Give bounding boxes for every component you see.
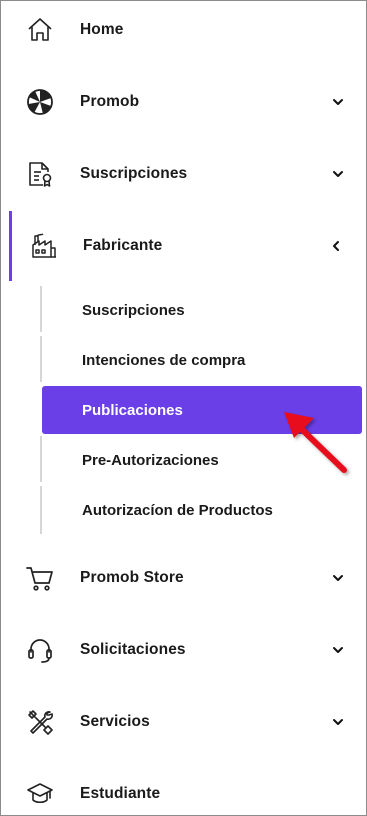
nav-item-label: Home — [80, 21, 124, 38]
chevron-down-icon[interactable] — [331, 715, 345, 729]
promob-logo-icon — [26, 88, 54, 116]
nav-item-fabricante[interactable]: Fabricante — [1, 210, 365, 282]
submenu-item-label: Suscripciones — [82, 301, 185, 319]
certificate-icon — [26, 160, 54, 188]
chevron-down-icon[interactable] — [331, 571, 345, 585]
chevron-left-icon[interactable] — [329, 239, 343, 253]
nav-item-label: Suscripciones — [80, 165, 188, 182]
nav-item-servicios[interactable]: Servicios — [1, 686, 365, 758]
nav-item-label: Promob Store — [80, 569, 184, 586]
chevron-down-icon[interactable] — [331, 643, 345, 657]
factory-icon — [30, 232, 58, 260]
nav-item-suscripciones[interactable]: Suscripciones — [1, 138, 365, 210]
graduation-cap-icon — [26, 780, 54, 808]
nav-item-estudiante[interactable]: Estudiante — [1, 758, 365, 816]
nav-item-solicitaciones[interactable]: Solicitaciones — [1, 614, 365, 686]
chevron-down-icon[interactable] — [331, 167, 345, 181]
nav-item-label: Servicios — [80, 713, 150, 730]
tools-icon — [26, 708, 54, 736]
nav-item-promob-store[interactable]: Promob Store — [1, 542, 365, 614]
nav-item-label: Promob — [80, 93, 140, 110]
chevron-down-icon[interactable] — [331, 95, 345, 109]
submenu-item-label: Intenciones de compra — [82, 351, 246, 369]
submenu-item-intenciones-de-compra[interactable]: Intenciones de compra — [42, 338, 362, 382]
home-icon — [26, 16, 54, 44]
submenu-item-label: Publicaciones — [82, 401, 183, 419]
submenu-item-pre-autorizaciones[interactable]: Pre-Autorizaciones — [42, 438, 362, 482]
submenu-item-autorizacion-de-productos[interactable]: Autorizacíon de Productos — [42, 488, 362, 532]
nav-item-promob[interactable]: Promob — [1, 66, 365, 138]
submenu-item-suscripciones[interactable]: Suscripciones — [42, 288, 362, 332]
submenu-item-label: Autorizacíon de Productos — [82, 501, 273, 519]
nav-item-label: Estudiante — [80, 785, 161, 802]
nav-item-label: Fabricante — [83, 237, 163, 254]
submenu-item-publicaciones[interactable]: Publicaciones — [42, 386, 362, 434]
nav-item-label: Solicitaciones — [80, 641, 186, 658]
nav-item-home[interactable]: Home — [1, 0, 365, 66]
submenu-item-label: Pre-Autorizaciones — [82, 451, 219, 469]
cart-icon — [26, 564, 54, 592]
headset-icon — [26, 636, 54, 664]
